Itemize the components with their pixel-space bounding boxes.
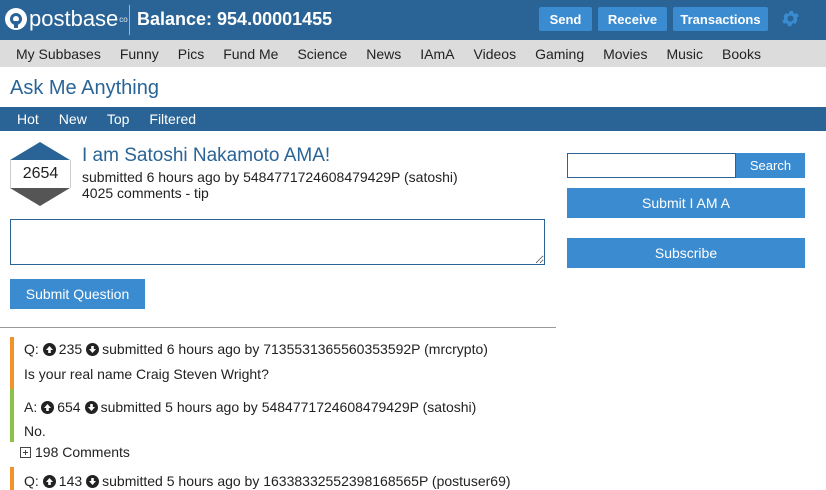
question-bar xyxy=(10,467,14,490)
tab-top[interactable]: Top xyxy=(107,111,130,127)
category-news[interactable]: News xyxy=(366,46,401,62)
comment-score: 143 xyxy=(58,473,83,489)
section-divider xyxy=(0,327,556,328)
subscribe-button[interactable]: Subscribe xyxy=(567,238,805,268)
category-fund-me[interactable]: Fund Me xyxy=(223,46,278,62)
up-circle-icon[interactable] xyxy=(41,400,55,414)
balance-display: Balance: 954.00001455 xyxy=(137,9,333,29)
post-comments-link[interactable]: 4025 comments - tip xyxy=(82,185,209,201)
expand-comments[interactable]: 198 Comments xyxy=(20,444,130,460)
category-science[interactable]: Science xyxy=(297,46,347,62)
comment-prefix: A: xyxy=(24,399,38,415)
comment-header: A: 654 submitted 5 hours ago by 54847717… xyxy=(24,399,476,415)
category-iama[interactable]: IAmA xyxy=(420,46,454,62)
search-button[interactable]: Search xyxy=(736,153,805,178)
comment-body: No. xyxy=(24,423,46,439)
up-circle-icon[interactable] xyxy=(42,342,56,356)
tab-hot[interactable]: Hot xyxy=(17,111,39,127)
category-pics[interactable]: Pics xyxy=(178,46,204,62)
up-circle-icon[interactable] xyxy=(42,474,56,488)
plus-box-icon[interactable] xyxy=(20,446,31,458)
question-textarea[interactable] xyxy=(10,219,545,265)
question-bar xyxy=(10,337,14,389)
gear-icon[interactable] xyxy=(780,8,801,29)
tab-new[interactable]: New xyxy=(59,111,87,127)
comment-score: 235 xyxy=(58,341,83,357)
transactions-button[interactable]: Transactions xyxy=(673,7,768,31)
category-videos[interactable]: Videos xyxy=(474,46,517,62)
post-meta: submitted 6 hours ago by 548477172460847… xyxy=(82,169,458,185)
post-title[interactable]: I am Satoshi Nakamoto AMA! xyxy=(82,145,330,167)
comment-score: 654 xyxy=(57,399,81,415)
sort-tabs: Hot New Top Filtered xyxy=(0,107,826,131)
submit-question-button[interactable]: Submit Question xyxy=(10,279,145,309)
search-input[interactable] xyxy=(567,153,736,178)
brand-suffix: co xyxy=(119,14,128,24)
tab-filtered[interactable]: Filtered xyxy=(149,111,196,127)
category-gaming[interactable]: Gaming xyxy=(535,46,584,62)
comment-header: Q: 235 submitted 6 hours ago by 71355313… xyxy=(24,341,488,357)
vote-widget: 2654 xyxy=(10,142,71,206)
down-circle-icon[interactable] xyxy=(86,474,100,488)
receive-button[interactable]: Receive xyxy=(598,7,667,31)
send-button[interactable]: Send xyxy=(539,7,592,31)
page-title[interactable]: Ask Me Anything xyxy=(10,77,159,100)
comment-meta: submitted 5 hours ago by 163383325523981… xyxy=(102,473,511,489)
category-nav: My Subbases Funny Pics Fund Me Science N… xyxy=(0,40,826,67)
downvote-arrow[interactable] xyxy=(10,188,70,206)
upvote-arrow[interactable] xyxy=(10,142,70,160)
brand-logo[interactable]: postbase co xyxy=(5,7,128,31)
expand-comments-label[interactable]: 198 Comments xyxy=(35,444,130,460)
comment-prefix: Q: xyxy=(24,473,39,489)
submit-iama-button[interactable]: Submit I AM A xyxy=(567,188,805,218)
comment-body: Is your real name Craig Steven Wright? xyxy=(24,366,269,382)
down-circle-icon[interactable] xyxy=(86,342,100,356)
comment-header: Q: 143 submitted 5 hours ago by 16338332… xyxy=(24,473,511,489)
top-bar: postbase co Balance: 954.00001455 Send R… xyxy=(0,0,826,40)
category-music[interactable]: Music xyxy=(666,46,703,62)
header-divider xyxy=(129,5,130,35)
comment-meta: submitted 5 hours ago by 548477172460847… xyxy=(100,399,477,415)
category-my-subbases[interactable]: My Subbases xyxy=(16,46,101,62)
down-circle-icon[interactable] xyxy=(84,400,98,414)
postbase-logo-icon xyxy=(5,8,27,30)
category-movies[interactable]: Movies xyxy=(603,46,647,62)
post-score: 2654 xyxy=(10,160,71,188)
brand-name: postbase xyxy=(29,6,119,31)
category-funny[interactable]: Funny xyxy=(120,46,159,62)
comment-meta: submitted 6 hours ago by 713553136556035… xyxy=(102,341,488,357)
category-books[interactable]: Books xyxy=(722,46,761,62)
comment-prefix: Q: xyxy=(24,341,39,357)
answer-bar xyxy=(10,389,14,442)
